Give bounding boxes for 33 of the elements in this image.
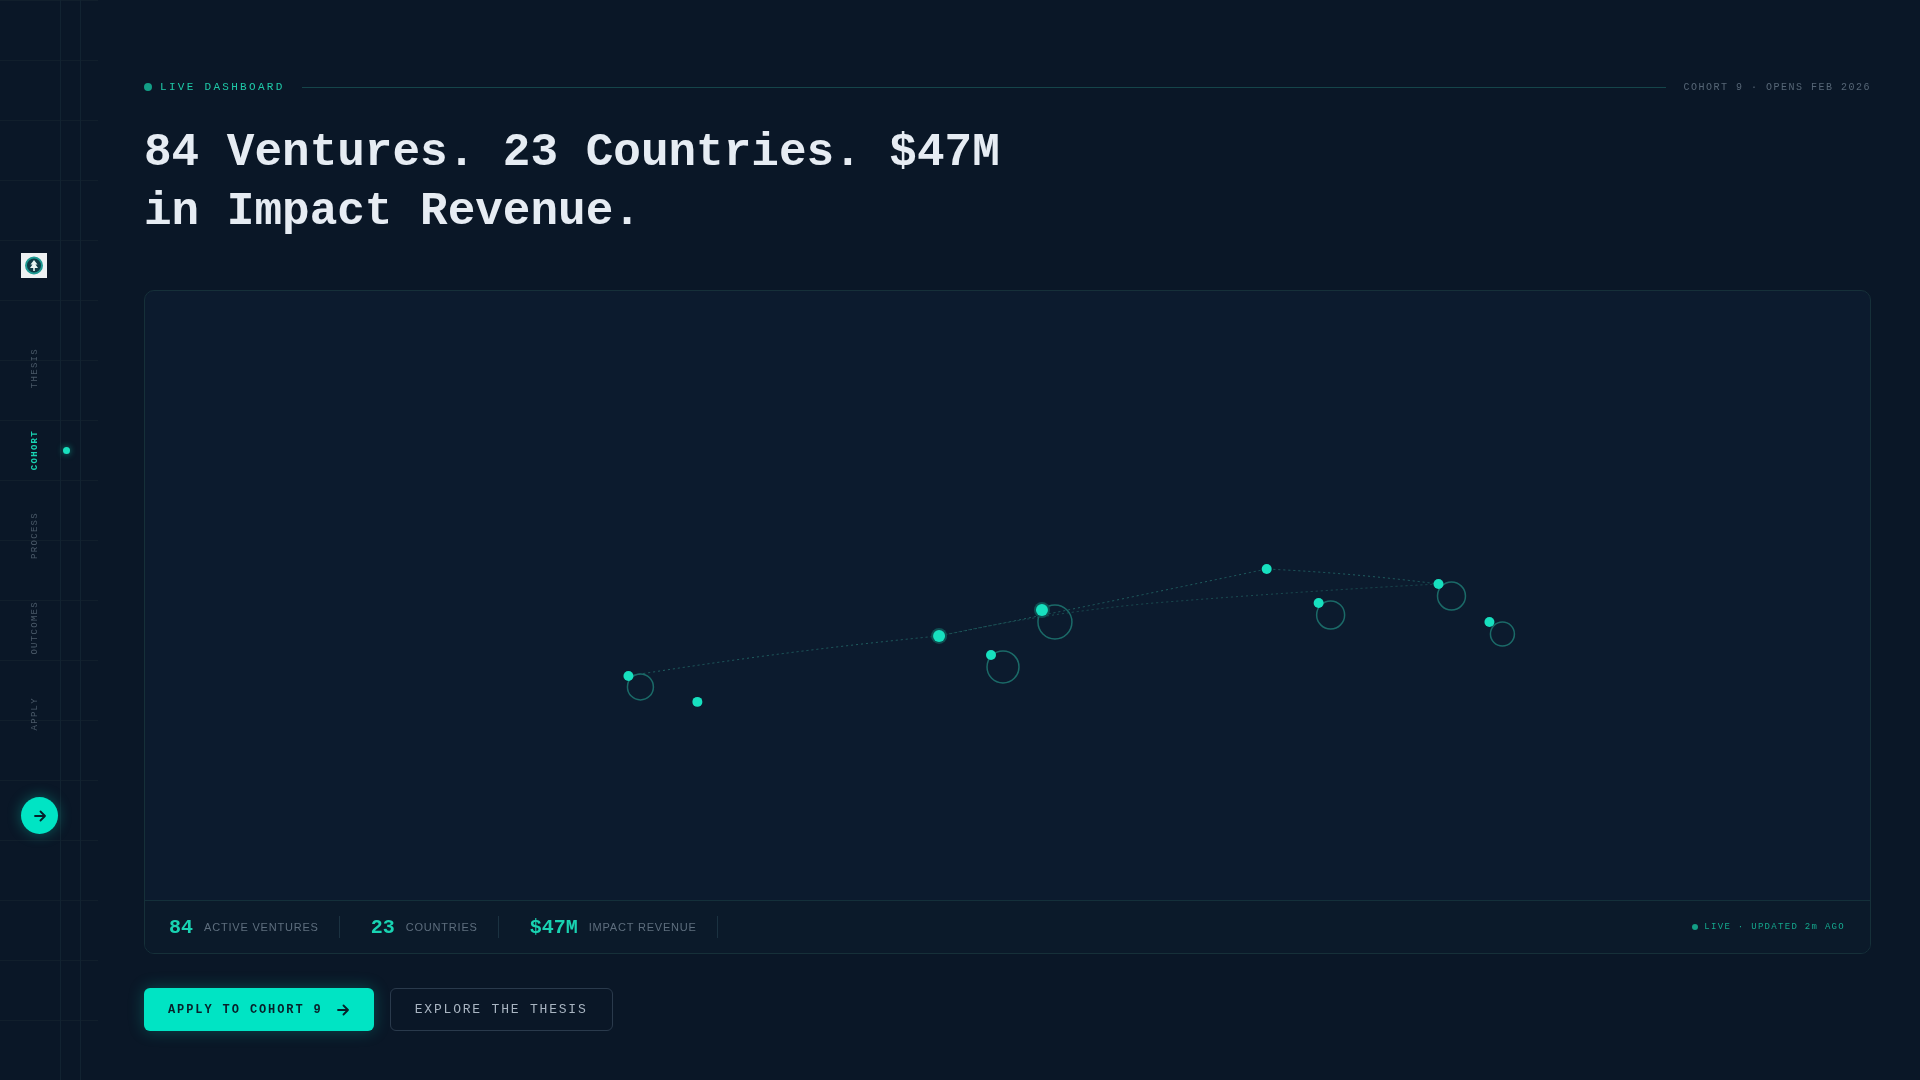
apply-button[interactable]: APPLY TO COHORT 9 bbox=[144, 988, 374, 1031]
explore-button[interactable]: EXPLORE THE THESIS bbox=[389, 988, 613, 1031]
logo-icon[interactable] bbox=[21, 253, 47, 278]
stat-label: COUNTRIES bbox=[405, 921, 478, 933]
nav-tab[interactable]: APPLY bbox=[30, 696, 41, 731]
nav-tab[interactable]: PROCESS bbox=[30, 512, 41, 560]
live-dot-icon bbox=[144, 83, 152, 91]
map-marker-icon[interactable] bbox=[623, 670, 655, 701]
nav-tab[interactable]: OUTCOMES bbox=[30, 601, 41, 655]
nav-tab[interactable]: COHORT bbox=[30, 430, 41, 471]
nav-tab[interactable]: THESIS bbox=[30, 348, 41, 389]
map-marker-icon[interactable] bbox=[986, 649, 1020, 684]
headline: 84 Ventures. 23 Countries. $47M in Impact Revenue. bbox=[144, 126, 1001, 240]
map-marker-icon[interactable] bbox=[1261, 564, 1272, 575]
map-marker-icon[interactable] bbox=[1433, 579, 1467, 611]
stat-value: 23 bbox=[370, 915, 395, 939]
active-dot-icon bbox=[63, 446, 70, 454]
arrow-button[interactable] bbox=[21, 797, 58, 835]
live-dashboard-label: LIVE DASHBOARD bbox=[160, 81, 285, 93]
map-marker-icon[interactable] bbox=[692, 696, 703, 707]
stat-label: ACTIVE VENTURES bbox=[204, 921, 319, 933]
map-marker-icon[interactable] bbox=[1033, 602, 1073, 640]
stat-value: $47M bbox=[529, 915, 578, 939]
live-status: LIVE · UPDATED 2m AGO bbox=[1704, 922, 1845, 932]
map-marker-icon[interactable] bbox=[1484, 617, 1516, 647]
map-marker-icon[interactable] bbox=[1313, 598, 1346, 630]
map-marker-icon[interactable] bbox=[931, 627, 948, 644]
arrow-right-icon bbox=[33, 809, 46, 822]
stat-value: 84 bbox=[169, 915, 193, 939]
live-dot-icon bbox=[1692, 924, 1699, 930]
arrow-right-icon bbox=[336, 1003, 349, 1016]
cohort-note: COHORT 9 · OPENS FEB 2026 bbox=[1683, 81, 1871, 93]
stat-label: IMPACT REVENUE bbox=[588, 921, 697, 933]
